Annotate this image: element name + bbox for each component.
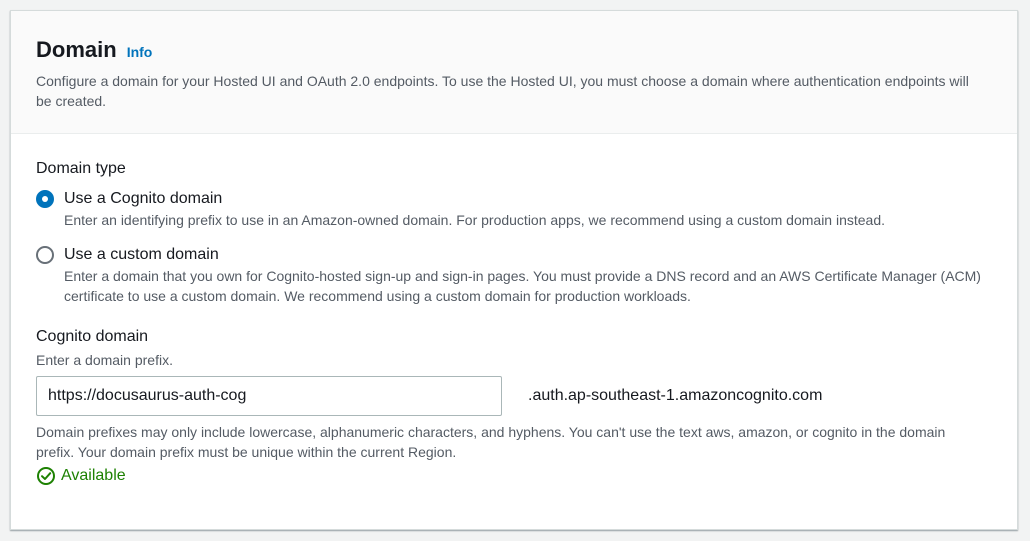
radio-label-custom-domain: Use a custom domain bbox=[64, 246, 219, 263]
radio-description-custom-domain: Enter a domain that you own for Cognito-… bbox=[64, 268, 981, 304]
cognito-domain-label: Cognito domain bbox=[36, 328, 149, 345]
domain-input-row: .auth.ap-southeast-1.amazoncognito.com bbox=[36, 376, 993, 416]
panel-header: Domain Info Configure a domain for your … bbox=[11, 11, 1017, 134]
check-circle-icon bbox=[37, 467, 55, 485]
domain-panel: Domain Info Configure a domain for your … bbox=[10, 10, 1018, 530]
availability-status: Available bbox=[36, 466, 993, 486]
radio-text: Use a Cognito domain Enter an identifyin… bbox=[64, 188, 984, 230]
cognito-domain-hint: Enter a domain prefix. bbox=[36, 352, 173, 368]
radio-button-custom-domain[interactable] bbox=[36, 246, 54, 264]
radio-option-cognito-domain[interactable]: Use a Cognito domain Enter an identifyin… bbox=[36, 188, 993, 230]
title-row: Domain Info bbox=[36, 35, 993, 65]
radio-option-custom-domain[interactable]: Use a custom domain Enter a domain that … bbox=[36, 244, 993, 306]
domain-prefix-input[interactable] bbox=[36, 376, 502, 416]
panel-body: Domain type Use a Cognito domain Enter a… bbox=[11, 134, 1017, 486]
info-link[interactable]: Info bbox=[127, 44, 153, 60]
domain-constraint-text: Domain prefixes may only include lowerca… bbox=[36, 424, 946, 460]
radio-button-cognito-domain[interactable] bbox=[36, 190, 54, 208]
domain-type-radio-group: Use a Cognito domain Enter an identifyin… bbox=[36, 188, 993, 306]
availability-status-text: Available bbox=[61, 467, 126, 484]
page-title: Domain bbox=[36, 37, 117, 62]
domain-type-label: Domain type bbox=[36, 160, 126, 177]
radio-label-cognito-domain: Use a Cognito domain bbox=[64, 190, 223, 207]
header-description: Configure a domain for your Hosted UI an… bbox=[36, 73, 969, 109]
domain-suffix: .auth.ap-southeast-1.amazoncognito.com bbox=[528, 387, 823, 404]
radio-text: Use a custom domain Enter a domain that … bbox=[64, 244, 984, 306]
cognito-domain-section: Cognito domain Enter a domain prefix. .a… bbox=[36, 326, 993, 486]
radio-description-cognito-domain: Enter an identifying prefix to use in an… bbox=[64, 212, 886, 228]
